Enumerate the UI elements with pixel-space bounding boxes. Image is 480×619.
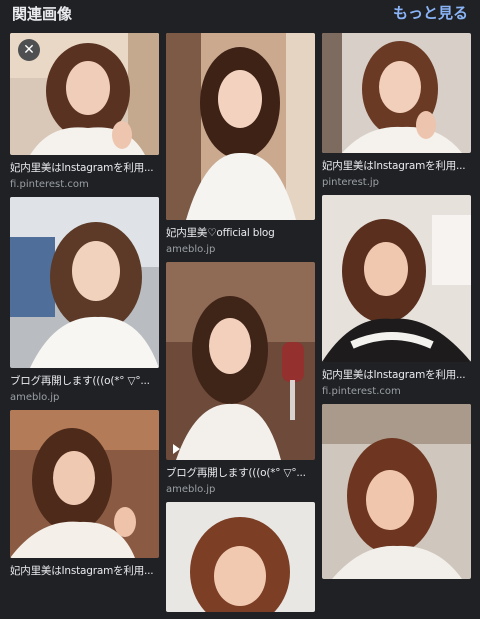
image-thumbnail[interactable] [166,33,315,220]
image-thumbnail[interactable] [166,262,315,460]
image-result-card[interactable]: 妃内里美はInstagramを利用... [10,410,159,578]
image-thumbnail[interactable] [322,33,471,153]
image-result-card[interactable]: ブログ再開します(((o(*° ▽°... ameblo.jp [166,262,315,495]
image-source[interactable]: ameblo.jp [10,392,159,403]
image-source[interactable]: pinterest.jp [322,177,471,188]
image-column-1: ✕ 妃内里美はInstagramを利用... fi.pinterest.com … [10,33,159,585]
see-more-link[interactable]: もっと見る [393,2,468,23]
image-thumbnail[interactable] [166,502,315,612]
image-caption: 妃内里美はInstagramを利用... [10,565,154,577]
image-source[interactable]: fi.pinterest.com [322,386,471,397]
image-result-card[interactable]: 妃内里美♡official blog ameblo.jp [166,33,315,255]
image-source[interactable]: ameblo.jp [166,484,315,495]
image-source[interactable]: ameblo.jp [166,244,315,255]
image-caption: ブログ再開します(((o(*° ▽°... [166,467,306,479]
image-caption: 妃内里美はInstagramを利用... [322,160,466,172]
image-source[interactable]: fi.pinterest.com [10,179,159,190]
image-thumbnail[interactable] [10,410,159,558]
image-caption: 妃内里美はInstagramを利用... [10,162,154,174]
section-title: 関連画像 [12,5,73,23]
image-result-card[interactable]: 妃内里美はInstagramを利用... fi.pinterest.com [322,195,471,397]
image-caption: 妃内里美♡official blog [166,227,275,239]
image-result-card[interactable] [322,404,471,579]
play-icon [173,444,180,454]
image-thumbnail[interactable] [10,197,159,368]
related-images-header: 関連画像 もっと見る [0,0,480,28]
image-column-3: 妃内里美はInstagramを利用... pinterest.jp 妃内里美はI… [322,33,471,586]
image-column-2: 妃内里美♡official blog ameblo.jp ブログ再開します(((… [166,33,315,619]
image-result-card[interactable]: ✕ 妃内里美はInstagramを利用... fi.pinterest.com [10,33,159,190]
image-caption: ブログ再開します(((o(*° ▽°... [10,375,150,387]
image-result-card[interactable] [166,502,315,612]
image-thumbnail[interactable] [322,195,471,362]
image-caption: 妃内里美はInstagramを利用... [322,369,466,381]
close-icon[interactable]: ✕ [18,39,40,61]
image-result-card[interactable]: 妃内里美はInstagramを利用... pinterest.jp [322,33,471,188]
image-thumbnail[interactable]: ✕ [10,33,159,155]
image-result-card[interactable]: ブログ再開します(((o(*° ▽°... ameblo.jp [10,197,159,403]
image-thumbnail[interactable] [322,404,471,579]
